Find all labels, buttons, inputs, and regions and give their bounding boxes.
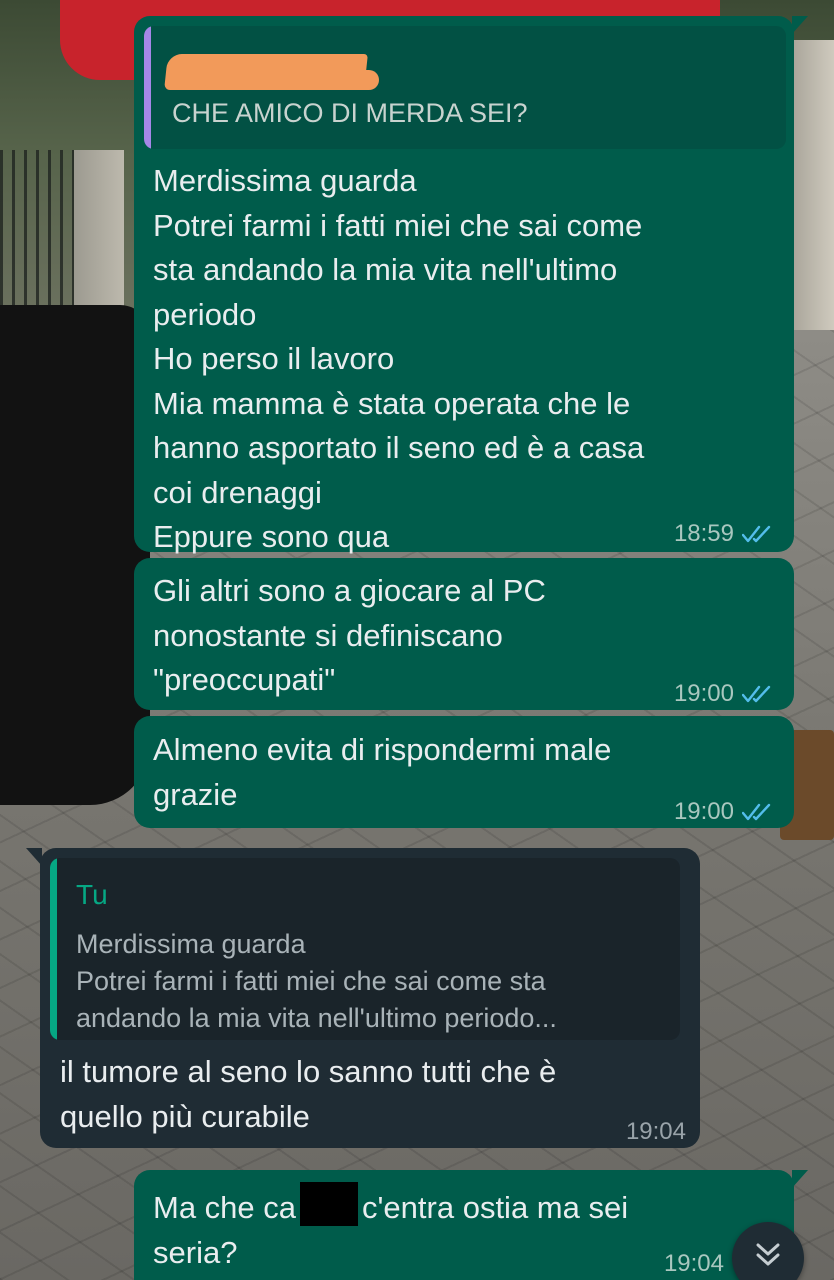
- reply-quote[interactable]: Tu Merdissima guarda Potrei farmi i fatt…: [50, 858, 680, 1040]
- double-check-read-icon: [742, 526, 771, 543]
- message-bubble-outgoing[interactable]: Ma che ca c'entra ostia ma sei seria? 19:…: [134, 1170, 808, 1280]
- reply-quote-text: Merdissima guarda Potrei farmi i fatti m…: [76, 929, 557, 1033]
- message-bubble-outgoing[interactable]: CHE AMICO DI MERDA SEI? Merdissima guard…: [134, 16, 808, 554]
- message-bubble-outgoing[interactable]: Gli altri sono a giocare al PC nonostant…: [134, 558, 794, 710]
- message-meta: 19:00: [674, 672, 772, 717]
- double-chevron-down-icon: [756, 1243, 780, 1266]
- message-text-part: Ma che ca: [153, 1190, 297, 1225]
- message-meta: 19:04: [626, 1110, 686, 1155]
- message-bubble-outgoing[interactable]: Almeno evita di rispondermi male grazie …: [134, 716, 794, 828]
- message-meta: 19:04: [664, 1242, 724, 1280]
- reply-quote-bar: [50, 858, 57, 1040]
- censor-block: [300, 1182, 359, 1226]
- message-bubble-incoming[interactable]: Tu Merdissima guarda Potrei farmi i fatt…: [26, 848, 700, 1148]
- reply-quote-bar: [144, 26, 151, 149]
- message-text-part: seria?: [153, 1234, 238, 1270]
- chat-messages[interactable]: CHE AMICO DI MERDA SEI? Merdissima guard…: [0, 0, 834, 1280]
- message-time: 19:00: [673, 798, 734, 825]
- double-check-read-icon: [742, 804, 771, 821]
- message-time: 18:59: [673, 520, 734, 547]
- double-check-read-icon: [742, 686, 771, 703]
- message-time: 19:04: [625, 1118, 686, 1145]
- message-time: 19:00: [673, 680, 734, 707]
- message-time: 19:04: [663, 1250, 724, 1277]
- reply-quote-text: CHE AMICO DI MERDA SEI?: [172, 98, 528, 128]
- redaction-mark: [204, 70, 379, 90]
- message-text-part: c'entra ostia ma sei: [362, 1190, 629, 1225]
- message-meta: 19:00: [674, 790, 772, 835]
- reply-quote-author: Tu: [76, 879, 108, 910]
- reply-quote[interactable]: CHE AMICO DI MERDA SEI?: [144, 26, 786, 149]
- message-text: il tumore al seno lo sanno tutti che è q…: [60, 1054, 557, 1134]
- message-text: Merdissima guarda Potrei farmi i fatti m…: [153, 163, 645, 554]
- message-meta: 18:59: [674, 512, 772, 557]
